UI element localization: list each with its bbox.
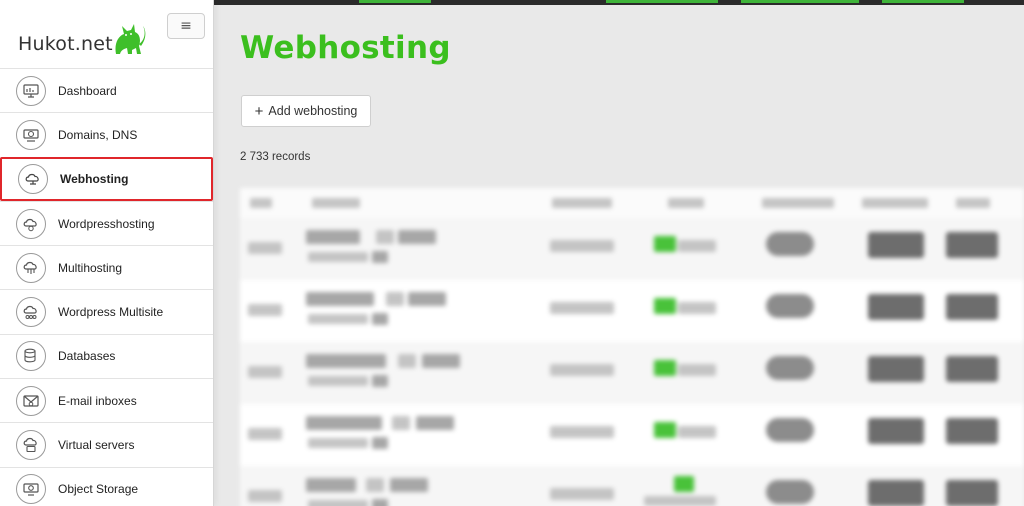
sidebar-item-wordpress-multisite[interactable]: Wordpress Multisite — [0, 289, 213, 333]
sidebar-item-label: Virtual servers — [58, 438, 135, 453]
add-webhosting-button[interactable]: + Add webhosting — [241, 95, 371, 127]
sidebar-item-multihosting[interactable]: Multihosting — [0, 245, 213, 289]
sidebar-item-databases[interactable]: Databases — [0, 333, 213, 378]
sidebar-item-webhosting[interactable]: Webhosting — [0, 156, 213, 201]
storage-icon — [16, 474, 46, 505]
multihosting-icon — [16, 252, 46, 283]
table-row[interactable] — [240, 466, 1024, 506]
sidebar-item-domains-dns[interactable]: Domains, DNS — [0, 112, 213, 156]
server-icon — [16, 430, 46, 461]
sidebar-item-label: Multihosting — [58, 260, 123, 275]
menu-toggle-button[interactable]: ≡ — [167, 13, 205, 39]
cloud-icon — [18, 163, 48, 194]
sidebar-item-label: Object Storage — [58, 482, 139, 497]
sidebar-item-label: Webhosting — [60, 171, 129, 186]
table-row[interactable] — [240, 404, 1024, 466]
sidebar-item-wordpresshosting[interactable]: Wordpresshosting — [0, 200, 213, 245]
sidebar-item-label: Dashboard — [58, 83, 117, 98]
sidebar-item-label: Wordpresshosting — [58, 216, 155, 231]
table-row[interactable] — [240, 280, 1024, 342]
sidebar-item-email-inboxes[interactable]: E-mail inboxes — [0, 378, 213, 422]
plus-icon: + — [254, 102, 264, 120]
wordpress-icon — [16, 208, 46, 239]
sidebar: Hukot.net ≡ Dashboard Domains, DNS Webho… — [0, 0, 214, 506]
add-webhosting-label: Add webhosting — [268, 104, 358, 118]
sidebar-item-virtual-servers[interactable]: Virtual servers — [0, 422, 213, 466]
dashboard-icon — [16, 75, 46, 106]
sidebar-item-label: E-mail inboxes — [58, 393, 137, 408]
webhosting-table — [240, 188, 1024, 506]
cat-logo-icon — [115, 24, 146, 54]
multisite-icon — [16, 297, 46, 328]
app-window: Hukot.net ≡ Dashboard Domains, DNS Webho… — [0, 0, 1024, 506]
table-row[interactable] — [240, 342, 1024, 404]
email-icon — [16, 385, 46, 416]
database-icon — [16, 341, 46, 372]
sidebar-item-label: Databases — [58, 349, 116, 364]
sidebar-item-object-storage[interactable]: Object Storage — [0, 466, 213, 506]
page-title: Webhosting — [240, 30, 451, 66]
sidebar-item-label: Wordpress Multisite — [58, 305, 164, 320]
sidebar-item-dashboard[interactable]: Dashboard — [0, 68, 213, 112]
brand-logo-text[interactable]: Hukot.net — [18, 33, 113, 55]
table-header — [240, 188, 1024, 218]
sidebar-nav: Dashboard Domains, DNS Webhosting Wordpr… — [0, 68, 213, 506]
sidebar-item-label: Domains, DNS — [58, 127, 138, 142]
table-row[interactable] — [240, 218, 1024, 280]
records-count: 2 733 records — [240, 151, 311, 163]
main-content: Webhosting + Add webhosting 2 733 record… — [214, 5, 1024, 506]
domains-icon — [16, 119, 46, 150]
